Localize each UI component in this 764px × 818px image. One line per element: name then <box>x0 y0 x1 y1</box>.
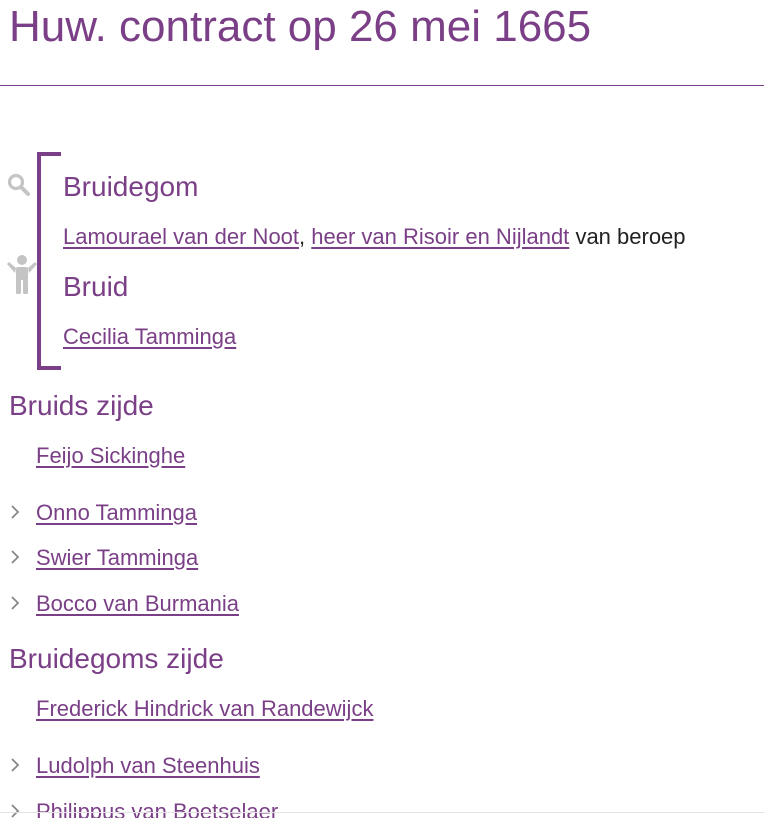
groom-profession: van beroep <box>575 224 686 249</box>
groom-line: Lamourael van der Noot, heer van Risoir … <box>63 223 686 251</box>
person-link[interactable]: Frederick Hindrick van Randewijck <box>36 696 373 721</box>
groom-name-link[interactable]: Lamourael van der Noot <box>63 224 299 249</box>
chevron-right-icon[interactable] <box>10 549 20 565</box>
page-title: Huw. contract op 26 mei 1665 <box>9 2 592 51</box>
list-item: Onno Tamminga <box>36 499 197 527</box>
bride-side-heading: Bruids zijde <box>9 390 154 421</box>
chevron-right-icon[interactable] <box>10 595 20 611</box>
list-item: Frederick Hindrick van Randewijck <box>36 695 373 723</box>
bride-line: Cecilia Tamminga <box>63 323 236 351</box>
chevron-right-icon[interactable] <box>10 757 20 773</box>
bride-heading: Bruid <box>63 271 129 302</box>
title-divider <box>0 85 764 86</box>
person-link[interactable]: Feijo Sickinghe <box>36 443 185 468</box>
groom-separator: , <box>299 224 306 249</box>
couple-bracket <box>37 152 61 370</box>
chevron-right-icon[interactable] <box>10 803 20 818</box>
list-item: Feijo Sickinghe <box>36 442 185 470</box>
chevron-right-icon[interactable] <box>10 504 20 520</box>
groom-title-link[interactable]: heer van Risoir en Nijlandt <box>311 224 569 249</box>
person-link[interactable]: Philippus van Boetselaer <box>36 799 278 818</box>
person-link[interactable]: Ludolph van Steenhuis <box>36 753 260 778</box>
person-icon <box>6 254 38 301</box>
search-icon[interactable] <box>6 172 32 203</box>
person-link[interactable]: Swier Tamminga <box>36 545 198 570</box>
list-item: Ludolph van Steenhuis <box>36 752 260 780</box>
viewport-bottom-edge <box>0 812 764 813</box>
list-item: Swier Tamminga <box>36 544 198 572</box>
list-item: Bocco van Burmania <box>36 590 239 618</box>
person-link[interactable]: Onno Tamminga <box>36 500 197 525</box>
person-link[interactable]: Bocco van Burmania <box>36 591 239 616</box>
groom-side-heading: Bruidegoms zijde <box>9 643 224 674</box>
list-item: Philippus van Boetselaer <box>36 798 278 818</box>
bride-name-link[interactable]: Cecilia Tamminga <box>63 324 236 349</box>
groom-heading: Bruidegom <box>63 171 199 202</box>
page: Huw. contract op 26 mei 1665 Bruidegom L… <box>0 0 764 818</box>
